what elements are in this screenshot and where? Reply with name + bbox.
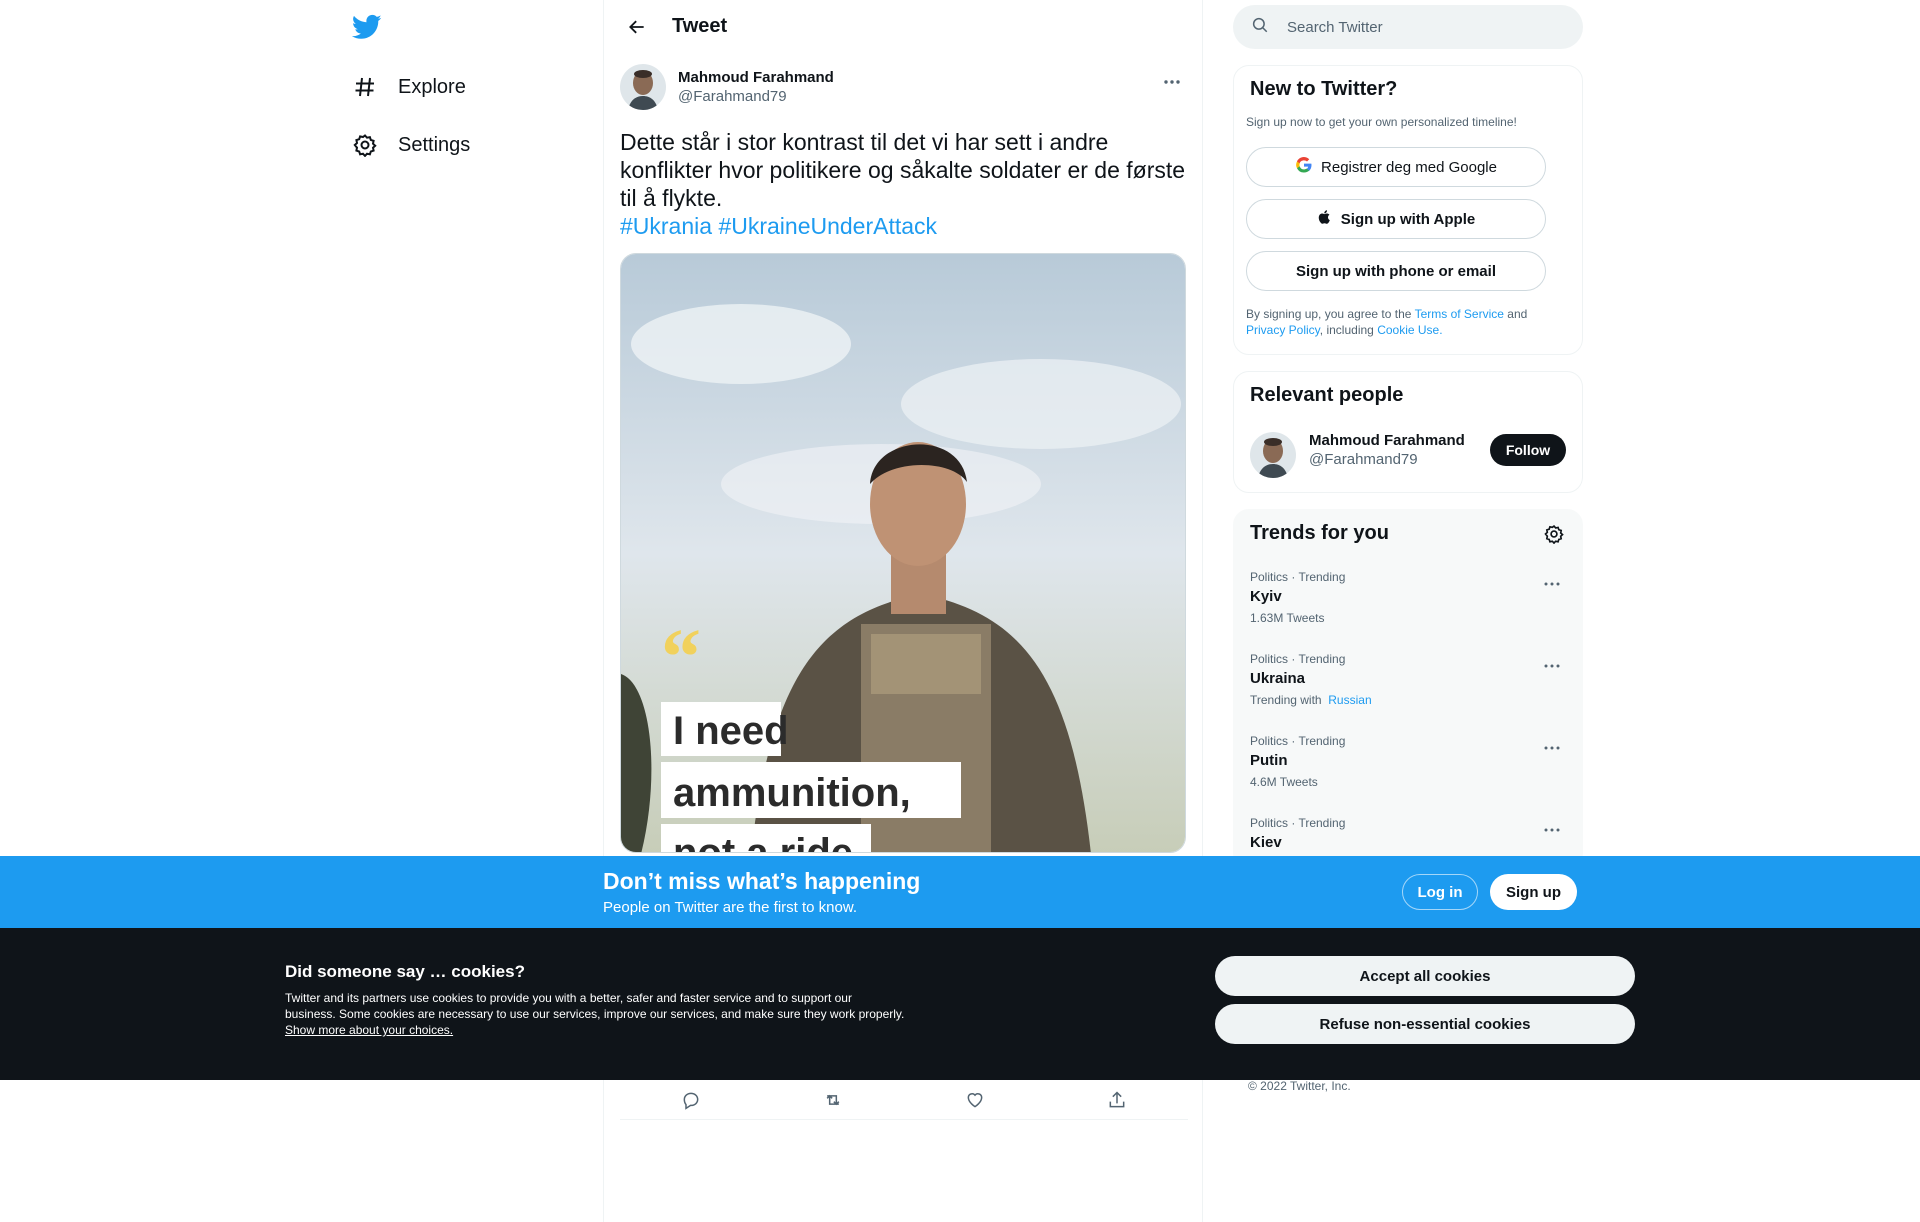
trend-name: Ukraina <box>1250 670 1306 687</box>
gear-icon <box>352 132 378 158</box>
trend-sub: Trending with Russian <box>1250 693 1570 707</box>
trends-card: Trends for you Politics · Trending Kyiv … <box>1233 509 1583 869</box>
trends-title: Trends for you <box>1250 522 1389 544</box>
trend-sub: 1.63M Tweets <box>1250 611 1325 625</box>
google-icon <box>1295 156 1313 178</box>
apple-signup-label: Sign up with Apple <box>1340 210 1476 228</box>
tweet-body: Dette står i stor kontrast til det vi ha… <box>620 129 1186 211</box>
trend-meta: Politics · Trending <box>1250 570 1346 584</box>
reply-icon[interactable] <box>674 1083 708 1117</box>
avatar[interactable] <box>1250 432 1296 478</box>
apple-icon <box>1317 208 1333 230</box>
banner-title: Don’t miss what’s happening <box>603 868 921 894</box>
retweet-icon[interactable] <box>816 1083 850 1117</box>
trend-meta: Politics · Trending <box>1250 734 1346 748</box>
main-header: Tweet <box>604 0 1202 53</box>
author-handle[interactable]: @Farahmand79 <box>678 88 834 105</box>
nav-item-explore[interactable]: Explore <box>352 67 466 107</box>
relevant-person-name[interactable]: Mahmoud Farahmand <box>1309 432 1465 449</box>
cookie-body-text: Twitter and its partners use cookies to … <box>285 991 905 1021</box>
hashtag-icon <box>352 74 378 100</box>
relevant-person: Mahmoud Farahmand @Farahmand79 <box>1309 432 1465 468</box>
hashtag-link[interactable]: #UkraineUnderAttack <box>718 213 937 239</box>
more-icon[interactable] <box>1542 820 1562 840</box>
new-to-twitter-card: New to Twitter? Sign up now to get your … <box>1233 65 1583 355</box>
gear-icon[interactable] <box>1544 524 1564 549</box>
search-input[interactable]: Search Twitter <box>1233 5 1583 49</box>
nav-label-explore: Explore <box>398 75 466 98</box>
avatar[interactable] <box>620 64 666 110</box>
media-quote-line: I need <box>673 709 789 753</box>
tweet-author: Mahmoud Farahmand @Farahmand79 <box>620 64 1188 110</box>
signup-banner: Don’t miss what’s happening People on Tw… <box>0 856 1920 928</box>
more-icon[interactable] <box>1542 738 1562 758</box>
author-name[interactable]: Mahmoud Farahmand <box>678 69 834 86</box>
signup-button[interactable]: Sign up <box>1490 874 1577 910</box>
twitter-bird-icon[interactable] <box>351 12 382 42</box>
new-to-twitter-subtitle: Sign up now to get your own personalized… <box>1246 115 1517 129</box>
more-icon[interactable] <box>1542 574 1562 594</box>
author-names: Mahmoud Farahmand @Farahmand79 <box>678 69 834 105</box>
trend-related-link[interactable]: Russian <box>1328 693 1371 707</box>
tweet-media[interactable]: “ I need ammunition, not a ride <box>620 253 1186 853</box>
cookie-banner: Did someone say … cookies? Twitter and i… <box>0 928 1920 1080</box>
search-icon <box>1251 16 1269 39</box>
apple-signup-button[interactable]: Sign up with Apple <box>1246 199 1546 239</box>
cookie-body: Twitter and its partners use cookies to … <box>285 990 905 1038</box>
phone-signup-button[interactable]: Sign up with phone or email <box>1246 251 1546 291</box>
tweet-text: Dette står i stor kontrast til det vi ha… <box>620 128 1188 240</box>
trend-meta: Politics · Trending <box>1250 816 1346 830</box>
relevant-people-title: Relevant people <box>1250 384 1404 406</box>
trend-name: Putin <box>1250 752 1288 769</box>
svg-text:“: “ <box>661 614 701 702</box>
privacy-link[interactable]: Privacy Policy <box>1246 323 1320 337</box>
back-arrow-icon[interactable] <box>620 10 654 44</box>
trend-sub-text: Trending with <box>1250 693 1322 707</box>
trend-item[interactable]: Politics · Trending Kyiv 1.63M Tweets <box>1250 570 1570 625</box>
relevant-person-handle[interactable]: @Farahmand79 <box>1309 451 1465 468</box>
including-text: , including <box>1319 323 1374 337</box>
media-quote-line: not a ride <box>673 831 853 853</box>
trend-item[interactable]: Politics · Trending Kiev <box>1250 816 1570 851</box>
hashtag-link[interactable]: #Ukrania <box>620 213 712 239</box>
google-signup-button[interactable]: Registrer deg med Google <box>1246 147 1546 187</box>
cookie-more-link[interactable]: Show more about your choices. <box>285 1023 453 1037</box>
cookie-use-link[interactable]: Cookie Use. <box>1377 323 1442 337</box>
trend-meta: Politics · Trending <box>1250 652 1346 666</box>
follow-button[interactable]: Follow <box>1490 434 1566 466</box>
page-title: Tweet <box>672 15 728 37</box>
terms-link[interactable]: Terms of Service <box>1415 307 1504 321</box>
more-icon[interactable] <box>1160 70 1184 94</box>
nav-label-settings: Settings <box>398 133 471 156</box>
banner-subtitle: People on Twitter are the first to know. <box>603 899 858 916</box>
like-icon[interactable] <box>958 1083 992 1117</box>
google-signup-label: Registrer deg med Google <box>1321 158 1497 176</box>
terms-text: By signing up, you agree to the Terms of… <box>1246 306 1566 338</box>
accept-cookies-button[interactable]: Accept all cookies <box>1215 956 1635 996</box>
phone-signup-label: Sign up with phone or email <box>1295 262 1496 280</box>
trend-item[interactable]: Politics · Trending Ukraina Trending wit… <box>1250 652 1570 707</box>
refuse-cookies-button[interactable]: Refuse non-essential cookies <box>1215 1004 1635 1044</box>
tweet-actions <box>620 1080 1188 1120</box>
nav-item-settings[interactable]: Settings <box>352 125 470 165</box>
more-icon[interactable] <box>1542 656 1562 676</box>
copyright: © 2022 Twitter, Inc. <box>1248 1079 1351 1093</box>
trend-item[interactable]: Politics · Trending Putin 4.6M Tweets <box>1250 734 1570 789</box>
new-to-twitter-title: New to Twitter? <box>1250 78 1398 100</box>
search-placeholder: Search Twitter <box>1287 18 1383 36</box>
cookie-title: Did someone say … cookies? <box>285 962 525 981</box>
relevant-people-card: Relevant people Mahmoud Farahmand @Farah… <box>1233 371 1583 493</box>
trend-name: Kiev <box>1250 834 1282 851</box>
terms-prefix: By signing up, you agree to the <box>1246 307 1412 321</box>
share-icon[interactable] <box>1100 1083 1134 1117</box>
terms-and: and <box>1507 307 1528 321</box>
trend-sub: 4.6M Tweets <box>1250 775 1318 789</box>
trend-name: Kyiv <box>1250 588 1282 605</box>
login-button[interactable]: Log in <box>1402 874 1478 910</box>
media-quote-line: ammunition, <box>673 771 911 815</box>
